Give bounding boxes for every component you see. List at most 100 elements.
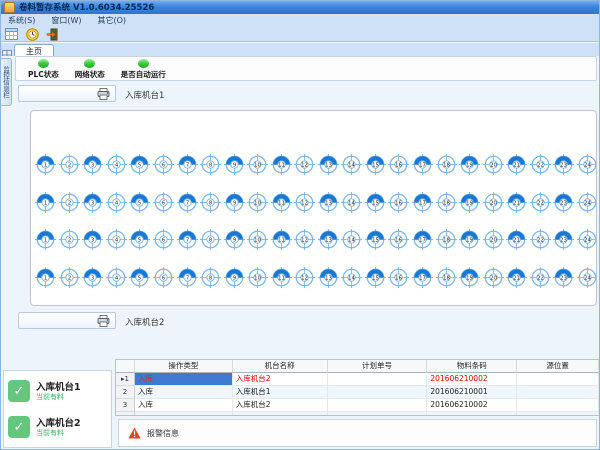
coil-slot: 2 — [58, 229, 82, 250]
svg-text:5: 5 — [138, 238, 141, 244]
coil-slot: 4 — [105, 192, 129, 213]
task-table[interactable]: 操作类型机台名称计划单号物料条码源位置 ▸1入库入库机台2 201606210002… — [115, 359, 600, 416]
table-cell[interactable] — [328, 399, 428, 412]
exit-door-icon[interactable] — [46, 28, 60, 41]
table-cell[interactable] — [517, 399, 599, 412]
column-header[interactable]: 源位置 — [517, 360, 599, 373]
svg-text:14: 14 — [349, 200, 356, 206]
table-row[interactable]: 2入库入库机台1201606210001 — [116, 386, 599, 399]
table-row[interactable]: 4 — [116, 412, 599, 416]
table-cell[interactable]: 入库机台1 — [233, 386, 328, 399]
status-led — [38, 59, 49, 68]
table-cell[interactable] — [328, 373, 428, 386]
svg-text:24: 24 — [584, 163, 591, 169]
svg-text:22: 22 — [537, 200, 544, 206]
svg-text:10: 10 — [254, 200, 261, 206]
coil-slot: 17 — [411, 229, 435, 250]
machine2-label: 入库机台2 — [125, 316, 164, 328]
table-cell[interactable] — [328, 386, 428, 399]
coil-slot: 8 — [199, 267, 223, 288]
machine-status-card[interactable]: ✓ 入库机台2 当前有料 — [8, 411, 107, 443]
coil-slot: 20 — [481, 192, 505, 213]
table-cell[interactable] — [517, 373, 599, 386]
toolbar — [0, 27, 600, 42]
svg-text:16: 16 — [396, 163, 403, 169]
column-header[interactable]: 物料条码 — [427, 360, 517, 373]
app-icon — [4, 2, 15, 13]
machine-status-card[interactable]: ✓ 入库机台1 当前有料 — [8, 375, 107, 407]
clock-icon[interactable] — [25, 28, 39, 41]
svg-text:18: 18 — [443, 238, 450, 244]
coil-slot: 24 — [576, 154, 597, 175]
table-cell[interactable]: 入库机台2 — [233, 373, 328, 386]
coil-slot: 21 — [505, 154, 529, 175]
coil-slot: 6 — [152, 154, 176, 175]
table-row[interactable]: 3入库入库机台2 201606210002 — [116, 399, 599, 412]
svg-text:11: 11 — [278, 275, 285, 281]
svg-text:5: 5 — [138, 163, 141, 169]
coil-slot: 14 — [340, 229, 364, 250]
coil-slot: 15 — [364, 192, 388, 213]
title-bar[interactable]: 卷料暂存系统 V1.0.6034.25526 — [0, 0, 600, 14]
row-header: ▸1 — [116, 373, 135, 386]
coil-slot: 3 — [81, 229, 105, 250]
svg-text:19: 19 — [466, 238, 473, 244]
svg-text:15: 15 — [372, 275, 379, 281]
svg-text:13: 13 — [325, 238, 332, 244]
column-header[interactable]: 机台名称 — [233, 360, 328, 373]
row-header: 3 — [116, 399, 135, 412]
table-cell[interactable] — [517, 386, 599, 399]
column-header[interactable]: 计划单号 — [328, 360, 428, 373]
table-cell[interactable] — [328, 412, 428, 416]
table-cell[interactable]: 201606210001 — [427, 386, 517, 399]
svg-text:21: 21 — [513, 238, 520, 244]
svg-text:1: 1 — [44, 200, 47, 206]
coil-slot: 23 — [552, 229, 576, 250]
svg-text:23: 23 — [560, 200, 567, 206]
table-cell[interactable]: 入库机台2 — [233, 399, 328, 412]
svg-text:22: 22 — [537, 163, 544, 169]
table-cell[interactable]: 入库 — [135, 373, 233, 386]
svg-text:8: 8 — [209, 275, 212, 281]
print-button-machine2[interactable] — [18, 312, 116, 329]
print-button-machine1[interactable] — [18, 85, 116, 102]
svg-text:20: 20 — [490, 238, 497, 244]
svg-text:13: 13 — [325, 200, 332, 206]
column-header[interactable]: 操作类型 — [135, 360, 233, 373]
coil-slot: 18 — [434, 192, 458, 213]
coil-slot: 1 — [34, 267, 58, 288]
dock-side-tab[interactable]: 监控信息栏 — [0, 58, 12, 106]
menu-item[interactable]: 其它(O) — [89, 15, 134, 26]
card-title: 入库机台1 — [36, 382, 81, 393]
coil-slot: 10 — [246, 154, 270, 175]
table-cell[interactable]: 201606210002 — [427, 399, 517, 412]
coil-slot: 13 — [317, 192, 341, 213]
table-cell[interactable]: 入库 — [135, 399, 233, 412]
table-cell[interactable] — [517, 412, 599, 416]
table-cell[interactable]: 入库 — [135, 386, 233, 399]
coil-slot: 16 — [387, 192, 411, 213]
coil-slot: 7 — [175, 267, 199, 288]
coil-slot: 9 — [222, 267, 246, 288]
table-cell[interactable] — [135, 412, 233, 416]
coil-slot: 7 — [175, 154, 199, 175]
schedule-grid-icon[interactable] — [4, 28, 18, 41]
slot-row: 1 2 3 4 5 — [34, 221, 596, 259]
svg-text:18: 18 — [443, 163, 450, 169]
coil-slot: 24 — [576, 267, 597, 288]
coil-slot: 5 — [128, 267, 152, 288]
coil-slot: 18 — [434, 154, 458, 175]
svg-text:9: 9 — [232, 163, 235, 169]
table-row[interactable]: ▸1入库入库机台2 201606210002 — [116, 373, 599, 386]
table-cell[interactable]: 201606210002 — [427, 373, 517, 386]
coil-slot: 2 — [58, 267, 82, 288]
coil-slot: 14 — [340, 154, 364, 175]
table-cell[interactable] — [427, 412, 517, 416]
slot-row: 1 2 3 4 5 — [34, 184, 596, 222]
table-cell[interactable] — [233, 412, 328, 416]
menu-item[interactable]: 系统(S) — [0, 15, 43, 26]
status-label: PLC状态 — [28, 69, 59, 80]
svg-text:11: 11 — [278, 200, 285, 206]
coil-slot: 3 — [81, 192, 105, 213]
menu-item[interactable]: 窗口(W) — [43, 15, 89, 26]
